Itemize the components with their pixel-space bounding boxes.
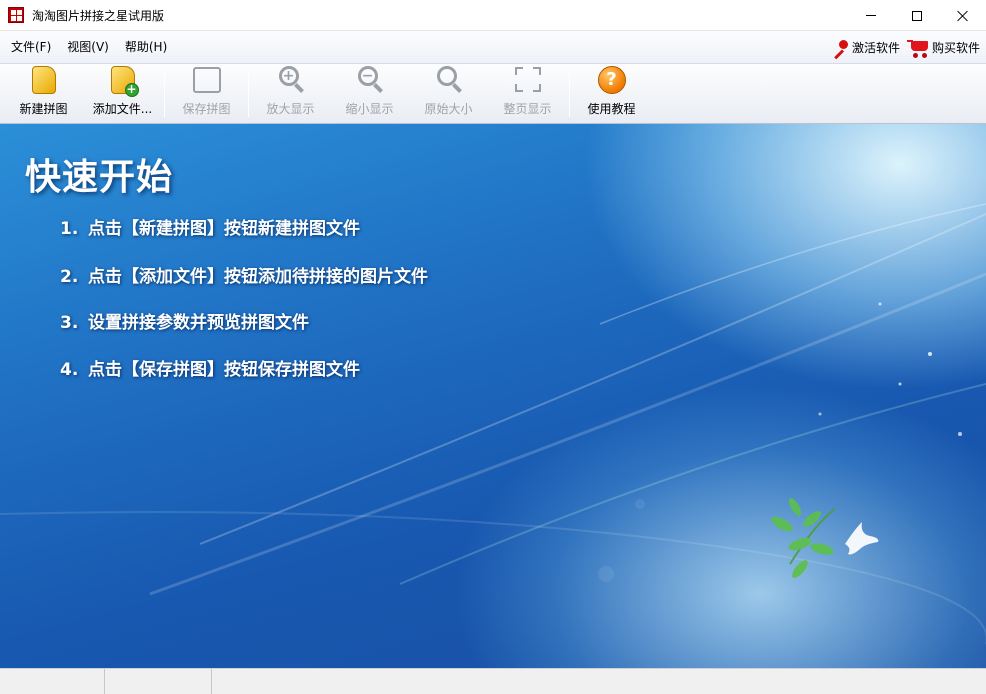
leaf-branch-graphic [771,498,836,578]
step-number: 4. [60,360,79,380]
minimize-button[interactable] [848,0,894,31]
step-text: 设置拼接参数并预览拼图文件 [88,313,309,333]
shopping-cart-icon [906,37,930,59]
save-icon [191,64,223,95]
zoom-in-label: 放大显示 [266,102,315,116]
menu-view[interactable]: 视图(V) [59,36,117,58]
zoom-out-icon: − [354,64,386,95]
actual-size-button[interactable]: 原始大小 [409,64,488,123]
bird-graphic [845,522,879,555]
key-icon [829,38,849,59]
app-icon [8,7,24,23]
add-file-icon: + [107,64,139,97]
add-file-button[interactable]: + 添加文件... [83,64,162,123]
step-number: 2. [60,267,79,287]
window-title: 淘淘图片拼接之星试用版 [32,8,165,23]
toolbar-separator [569,70,570,117]
activate-software-label: 激活软件 [851,41,900,55]
quickstart-title: 快速开始 [25,157,174,198]
window-controls [848,0,986,31]
fit-page-label: 整页显示 [503,102,552,116]
new-puzzle-button[interactable]: 新建拼图 [4,64,83,123]
actual-size-label: 原始大小 [424,102,473,116]
toolbar-separator [248,70,249,117]
tutorial-button[interactable]: ? 使用教程 [572,64,651,123]
minimize-icon [866,15,876,16]
zoom-out-button[interactable]: − 缩小显示 [330,64,409,123]
step-text: 点击【添加文件】按钮添加待拼接的图片文件 [88,267,428,287]
zoom-in-icon: + [275,64,307,95]
status-bar [0,668,986,694]
help-icon: ? [596,64,628,95]
fit-page-button[interactable]: 整页显示 [488,64,567,123]
save-puzzle-label: 保存拼图 [182,102,231,116]
new-puzzle-label: 新建拼图 [19,102,68,116]
quickstart-step: 1. 点击【新建拼图】按钮新建拼图文件 [60,214,360,239]
actual-size-icon [433,64,465,95]
background-decoration [0,203,986,644]
tutorial-label: 使用教程 [587,102,636,116]
zoom-in-button[interactable]: + 放大显示 [251,64,330,123]
buy-software-label: 购买软件 [931,41,980,55]
toolbar: 新建拼图 + 添加文件... 保存拼图 + 放大显示 − 缩小显示 原始大小 整… [0,64,986,124]
close-button[interactable] [940,0,986,31]
activate-software-link[interactable]: 激活软件 [829,38,900,59]
title-bar: 淘淘图片拼接之星试用版 [0,0,986,31]
status-pane [105,669,212,694]
quickstart-step: 2. 点击【添加文件】按钮添加待拼接的图片文件 [60,262,428,287]
save-puzzle-button[interactable]: 保存拼图 [167,64,246,123]
step-text: 点击【保存拼图】按钮保存拼图文件 [88,360,360,380]
quickstart-panel: 快速开始 1. 点击【新建拼图】按钮新建拼图文件 2. 点击【添加文件】按钮添加待拼… [0,124,986,668]
step-text: 点击【新建拼图】按钮新建拼图文件 [88,219,360,239]
menu-bar: 文件(F) 视图(V) 帮助(H) 激活软件 购买软件 [0,31,986,64]
close-icon [957,10,969,22]
menu-right-links: 激活软件 购买软件 [823,31,980,64]
menu-file[interactable]: 文件(F) [3,36,59,58]
fit-page-icon [512,64,544,95]
buy-software-link[interactable]: 购买软件 [906,37,980,59]
zoom-out-label: 缩小显示 [345,102,394,116]
quickstart-step: 3. 设置拼接参数并预览拼图文件 [60,308,309,333]
quickstart-step: 4. 点击【保存拼图】按钮保存拼图文件 [60,355,360,380]
maximize-button[interactable] [894,0,940,31]
new-puzzle-icon [28,64,60,95]
toolbar-separator [164,70,165,117]
step-number: 3. [60,313,79,333]
step-number: 1. [60,219,79,239]
menu-help[interactable]: 帮助(H) [117,36,175,58]
maximize-icon [912,10,922,21]
status-pane [212,669,986,694]
status-pane [0,669,105,694]
add-file-label: 添加文件... [92,102,153,116]
